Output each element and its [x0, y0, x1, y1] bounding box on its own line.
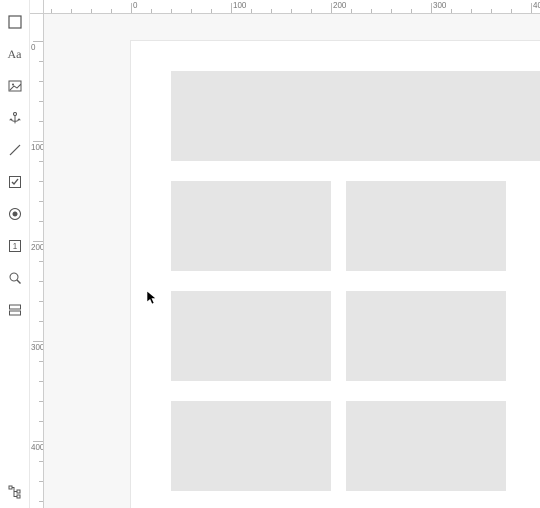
design-editor: Aa 1 01002003004005006: [0, 0, 540, 508]
checkbox-tool[interactable]: [5, 172, 25, 192]
wireframe-block[interactable]: [171, 291, 331, 381]
svg-text:1: 1: [12, 242, 17, 251]
rectangle-tool[interactable]: [5, 12, 25, 32]
ruler-h-label: 200: [333, 1, 346, 10]
line-tool[interactable]: [5, 140, 25, 160]
ruler-h-label: 100: [233, 1, 246, 10]
grid-tool[interactable]: [5, 300, 25, 320]
ruler-h-label: 300: [433, 1, 446, 10]
text-tool[interactable]: Aa: [5, 44, 25, 64]
left-toolbar: Aa 1: [0, 0, 30, 508]
zoom-tool[interactable]: [5, 268, 25, 288]
anchor-tool[interactable]: [5, 108, 25, 128]
ruler-v-label: 200: [31, 243, 44, 252]
canvas-stage[interactable]: [44, 14, 540, 508]
wireframe-block[interactable]: [171, 401, 331, 491]
ruler-h-label: 0: [133, 1, 137, 10]
ruler-h-label: 400: [533, 1, 540, 10]
numeric-tool[interactable]: 1: [5, 236, 25, 256]
wireframe-block[interactable]: [171, 71, 540, 161]
ruler-v-label: 0: [31, 43, 35, 52]
ruler-vertical[interactable]: 0100200300400500600: [30, 14, 44, 508]
wireframe-block[interactable]: [346, 291, 506, 381]
ruler-horizontal[interactable]: 0100200300400500600: [44, 0, 540, 14]
radio-tool[interactable]: [5, 204, 25, 224]
tree-panel-toggle[interactable]: [5, 482, 25, 502]
image-tool[interactable]: [5, 76, 25, 96]
artboard-page[interactable]: [131, 41, 540, 508]
ruler-v-label: 400: [31, 443, 44, 452]
ruler-v-label: 300: [31, 343, 44, 352]
wireframe-block[interactable]: [171, 181, 331, 271]
wireframe-block[interactable]: [346, 401, 506, 491]
ruler-corner: [30, 0, 44, 14]
wireframe-block[interactable]: [346, 181, 506, 271]
ruler-v-label: 100: [31, 143, 44, 152]
